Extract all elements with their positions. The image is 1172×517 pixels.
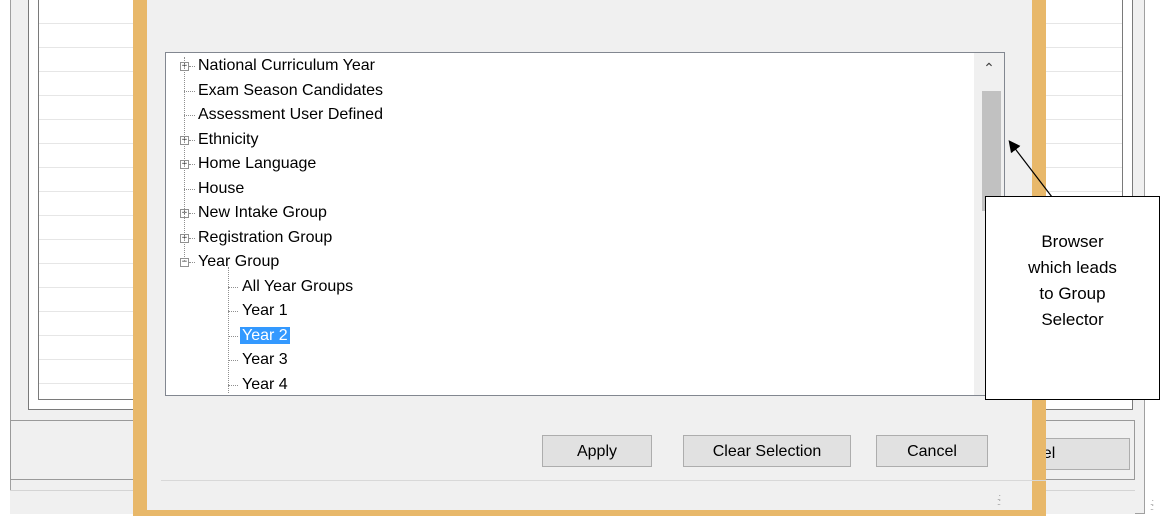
cancel-button[interactable]: Cancel (876, 435, 988, 467)
callout-line: Browser (1041, 232, 1104, 251)
tree-node[interactable]: New Intake Group (196, 202, 329, 224)
tree-node-label: House (198, 179, 245, 197)
tree-node-label: Registration Group (198, 228, 333, 246)
tree-node[interactable]: Home Language (196, 153, 318, 175)
tree-connector (228, 311, 238, 312)
tree-node-label: Home Language (198, 155, 317, 172)
tree-connector (228, 286, 238, 288)
tree-node[interactable]: Year 4 (240, 374, 290, 396)
tree-connector (228, 384, 238, 386)
tree-node-label: National Curriculum Year (198, 57, 375, 74)
group-tree-view[interactable]: + National Curriculum Year Exam Season Can… (165, 52, 1005, 396)
annotation-callout: Browser which leads to Group Selector (985, 196, 1160, 400)
tree-connector (189, 66, 195, 67)
tree-connector (228, 267, 229, 393)
tree-node[interactable]: Ethnicity (196, 129, 260, 151)
apply-button[interactable]: Apply (542, 435, 652, 467)
tree-node-label: Year 4 (242, 375, 288, 393)
tree-node[interactable]: Exam Season Candidates (196, 80, 385, 102)
tree-node[interactable]: National Curriculum Year (196, 55, 377, 77)
tree-node-label: Ethnicity (198, 130, 259, 148)
tree-connector (189, 164, 195, 165)
chevron-up-icon[interactable]: ⌃ (974, 53, 1004, 83)
tree-connector (228, 360, 238, 361)
tree-node[interactable]: All Year Groups (240, 276, 355, 298)
tree-node[interactable]: Year Group (196, 251, 281, 273)
tree-content: + National Curriculum Year Exam Season Can… (166, 53, 976, 395)
callout-line: to Group (1039, 284, 1106, 303)
tree-connector (184, 115, 195, 116)
tree-node[interactable]: House (196, 178, 246, 200)
resize-grip-icon[interactable]: .:.: (1150, 498, 1160, 512)
tree-node-label: Year Group (198, 253, 280, 270)
dialog-body: + National Curriculum Year Exam Season Can… (147, 0, 1046, 510)
tree-node-label: Year 2 (240, 326, 290, 344)
tree-connector (184, 57, 185, 261)
callout-line: which leads (1028, 258, 1117, 277)
tree-node[interactable]: Year 2 (240, 325, 290, 347)
tree-node-label: Year 1 (242, 302, 288, 319)
callout-line: Selector (1041, 310, 1104, 329)
tree-connector (189, 139, 195, 141)
scroll-thumb[interactable] (982, 91, 1001, 211)
tree-node-label: Year 3 (242, 351, 288, 368)
tree-connector (189, 237, 195, 239)
tree-node[interactable]: Registration Group (196, 227, 334, 249)
clear-selection-button[interactable]: Clear Selection (683, 435, 851, 467)
tree-node[interactable]: Assessment User Defined (196, 104, 385, 126)
tree-node-label: All Year Groups (242, 277, 354, 295)
group-browser-dialog: + National Curriculum Year Exam Season Can… (133, 0, 1046, 516)
tree-node[interactable]: Year 3 (240, 349, 290, 371)
tree-connector (184, 188, 195, 190)
tree-node[interactable]: Year 1 (240, 300, 290, 322)
dialog-status-bar (161, 480, 1046, 510)
tree-connector (228, 335, 238, 337)
resize-grip-icon[interactable]: .:.: (997, 493, 1007, 507)
tree-connector (189, 213, 195, 214)
tree-node-label: Assessment User Defined (198, 106, 383, 123)
tree-connector (184, 90, 195, 92)
tree-connector (189, 262, 195, 263)
tree-node-label: New Intake Group (198, 204, 327, 221)
tree-node-label: Exam Season Candidates (198, 81, 383, 99)
